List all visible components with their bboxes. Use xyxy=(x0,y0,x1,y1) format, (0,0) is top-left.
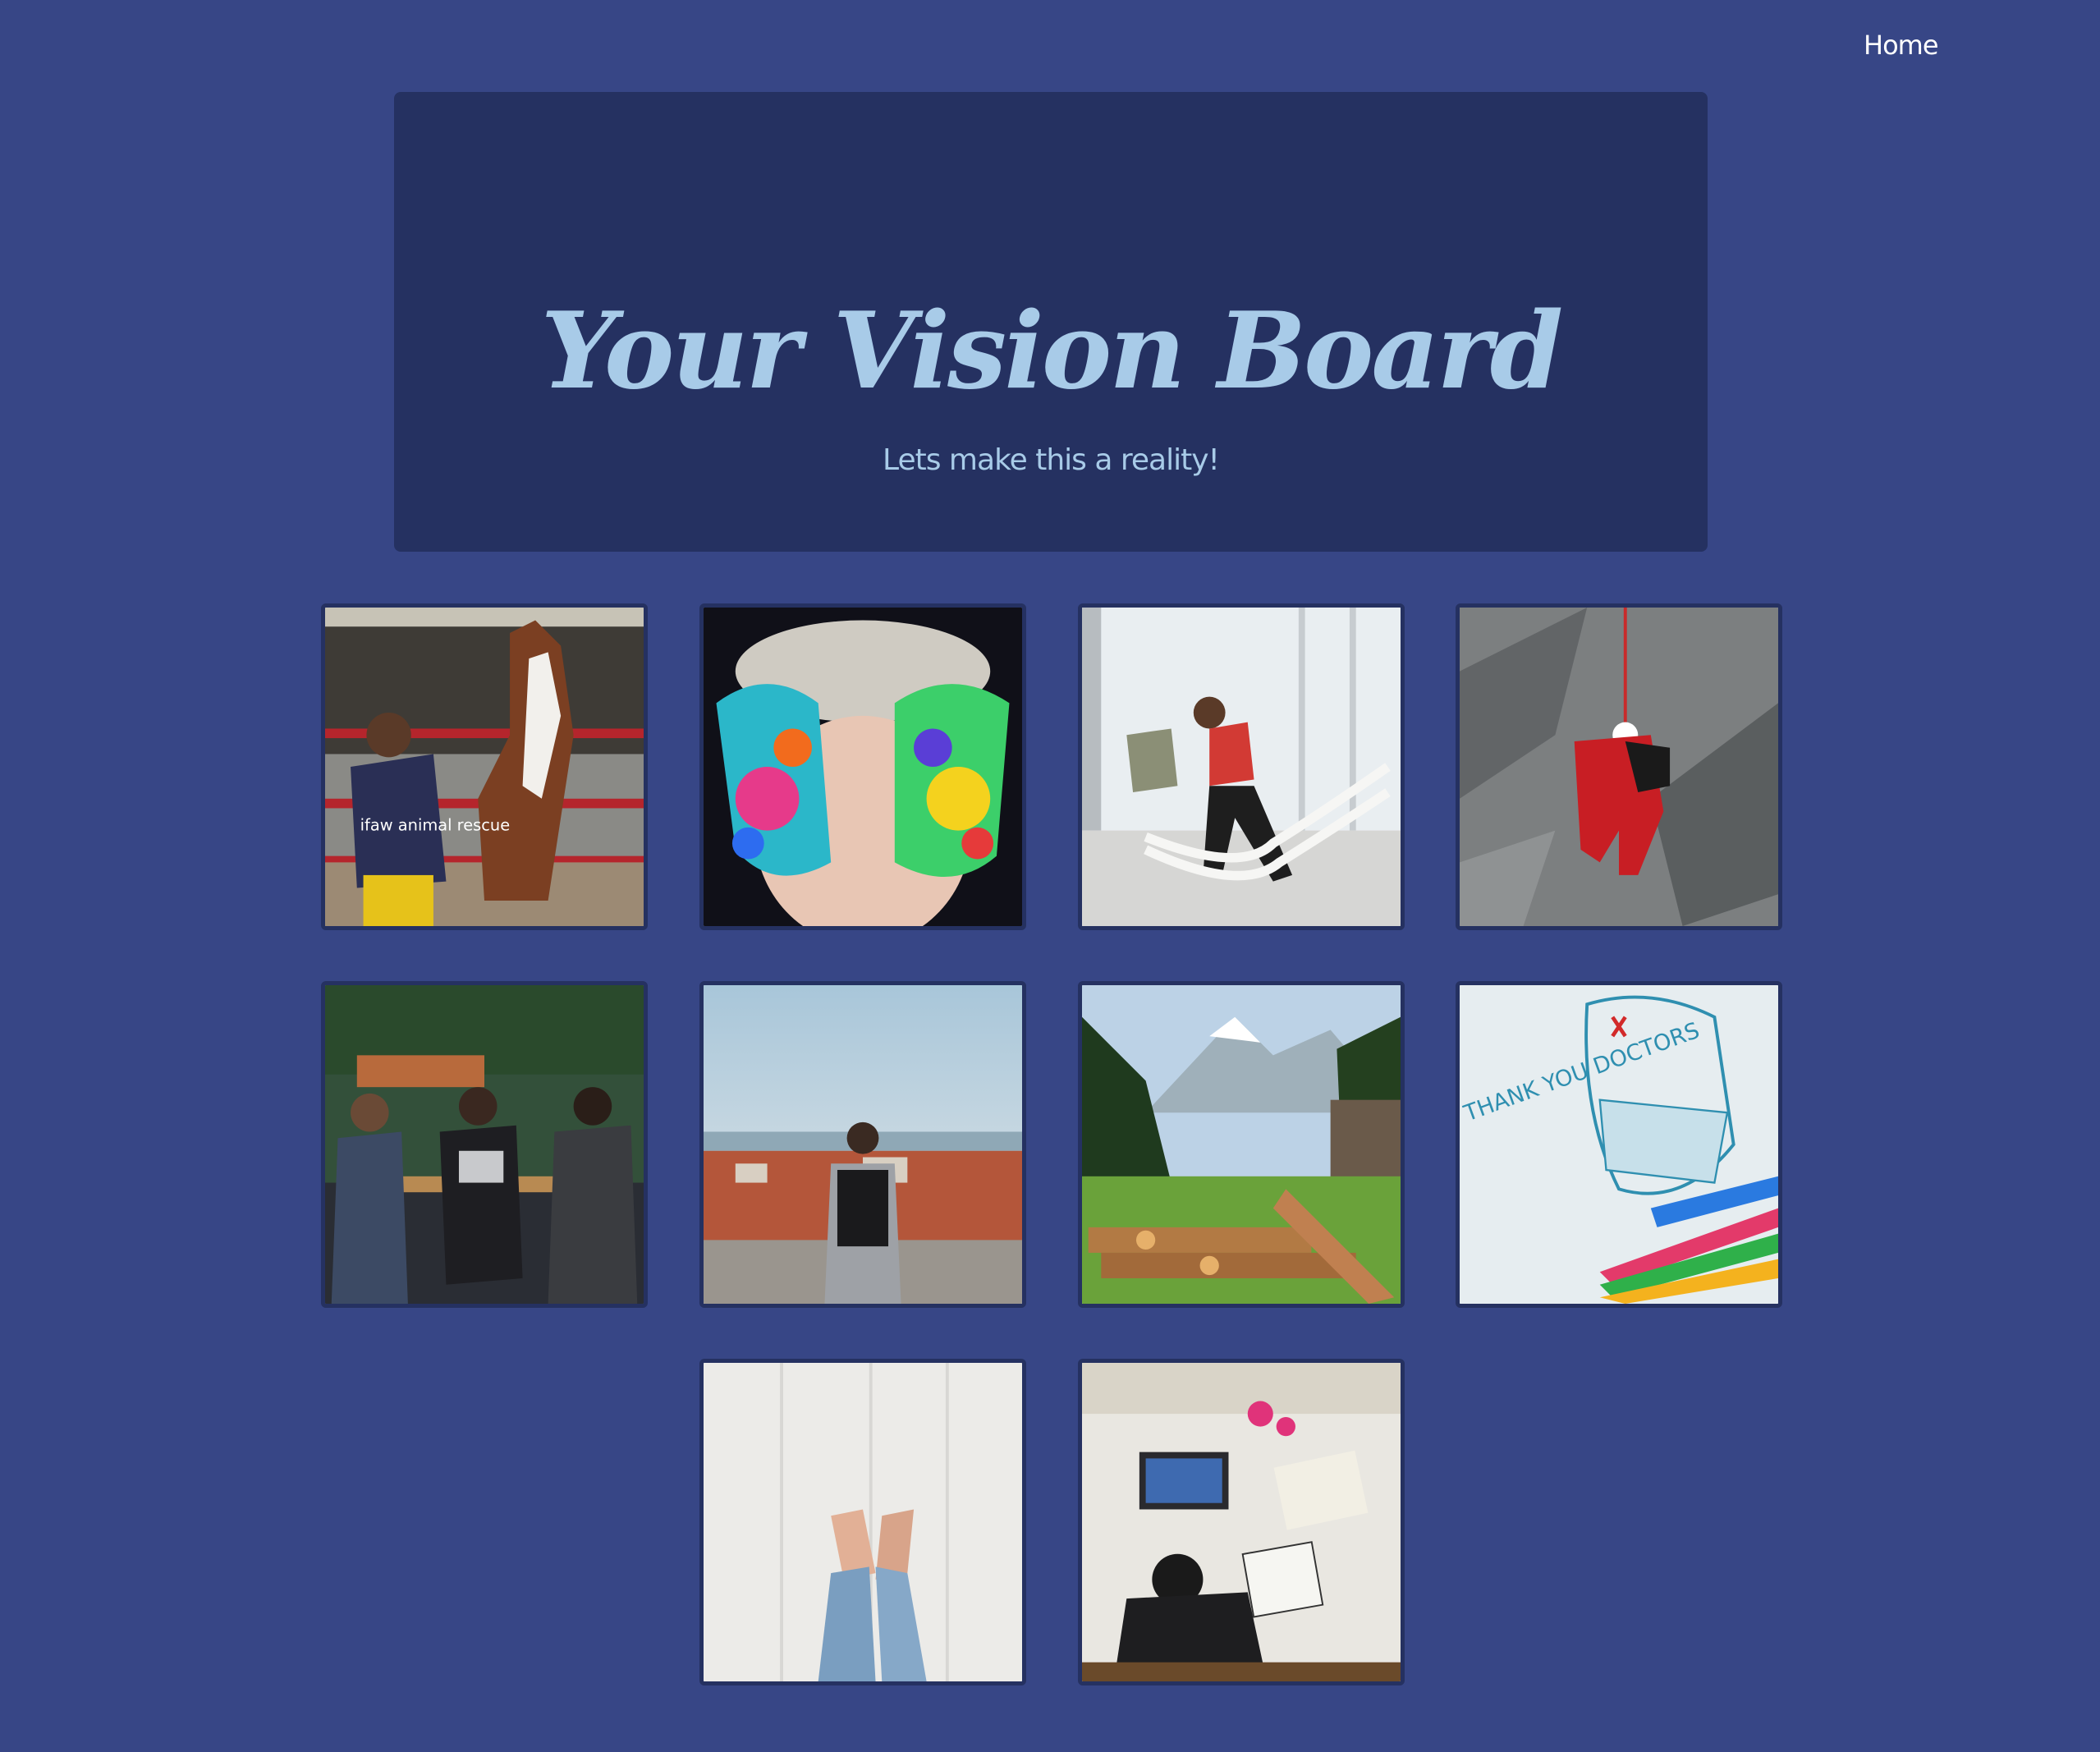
creative-photo xyxy=(1082,1363,1401,1681)
relax-photo xyxy=(704,1363,1022,1681)
travel-photo xyxy=(704,985,1022,1304)
vision-image-friends[interactable] xyxy=(321,981,648,1308)
vision-image-painted-hands[interactable] xyxy=(699,603,1026,930)
hero-banner: Your Vision Board Lets make this a reali… xyxy=(394,92,1708,552)
friends-photo xyxy=(325,985,644,1304)
vision-image-horse[interactable]: ifaw animal rescue xyxy=(321,603,648,930)
vision-image-training[interactable] xyxy=(1078,603,1405,930)
vision-image-rescue[interactable] xyxy=(1456,603,1782,930)
nature-photo xyxy=(1082,985,1401,1304)
vision-image-nature[interactable] xyxy=(1078,981,1405,1308)
training-photo xyxy=(1082,608,1401,926)
horse-photo: ifaw animal rescue xyxy=(325,608,644,926)
vision-image-travel[interactable] xyxy=(699,981,1026,1308)
rescue-photo xyxy=(1460,608,1778,926)
page-title: Your Vision Board xyxy=(540,290,1564,413)
page-subtitle: Lets make this a reality! xyxy=(883,443,1220,477)
doctors-drawing: THANK YOU DOCTORS xyxy=(1460,985,1778,1304)
shirt-text: ifaw animal rescue xyxy=(360,816,510,835)
nav-home-link[interactable]: Home xyxy=(1864,30,1938,61)
vision-image-relax[interactable] xyxy=(699,1359,1026,1685)
painted-hands-photo xyxy=(704,608,1022,926)
vision-image-doctors[interactable]: THANK YOU DOCTORS xyxy=(1456,981,1782,1308)
vision-image-creative[interactable] xyxy=(1078,1359,1405,1685)
